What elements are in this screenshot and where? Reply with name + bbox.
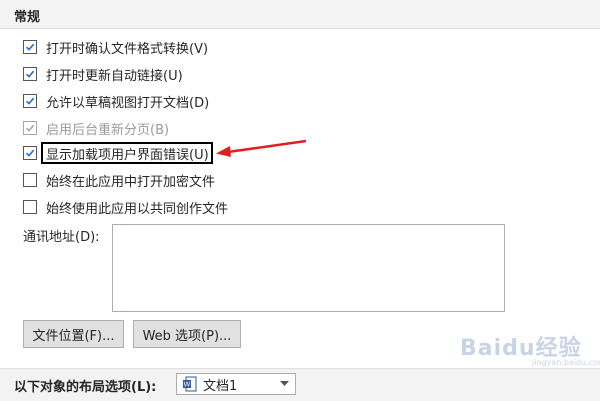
checkbox[interactable] bbox=[23, 67, 37, 81]
file-locations-button[interactable]: 文件位置(F)... bbox=[23, 320, 124, 348]
checkmark-icon bbox=[25, 70, 35, 78]
annotation-arrow-icon bbox=[216, 139, 307, 157]
checkbox[interactable] bbox=[23, 94, 37, 108]
option-label: 启用后台重新分页(B) bbox=[46, 122, 170, 138]
option-label: 允许以草稿视图打开文档(D) bbox=[46, 95, 210, 111]
checkmark-icon bbox=[25, 43, 35, 51]
option-open-encrypted[interactable]: 始终在此应用中打开加密文件 bbox=[23, 171, 216, 190]
option-label: 打开时确认文件格式转换(V) bbox=[46, 41, 209, 57]
web-options-button[interactable]: Web 选项(P)... bbox=[133, 320, 241, 348]
checkbox[interactable] bbox=[23, 40, 37, 54]
checkbox[interactable] bbox=[23, 200, 37, 214]
layout-options-bar: 以下对象的布局选项(L): W 文档1 bbox=[0, 368, 600, 401]
document-select-value: 文档1 bbox=[203, 378, 238, 394]
highlight-box bbox=[41, 142, 213, 164]
mailing-address-textarea[interactable] bbox=[112, 224, 505, 312]
watermark-sub: jingyan.baidu.com bbox=[532, 358, 600, 367]
section-header: 常规 bbox=[0, 0, 600, 29]
option-label: 始终使用此应用以共同创作文件 bbox=[46, 201, 229, 217]
chevron-down-icon bbox=[280, 381, 289, 386]
word-document-icon: W bbox=[183, 376, 197, 392]
checkmark-icon bbox=[25, 124, 35, 132]
option-background-repagination: 启用后台重新分页(B) bbox=[23, 119, 170, 138]
mailing-address-label: 通讯地址(D): bbox=[23, 230, 100, 245]
checkbox bbox=[23, 121, 37, 135]
checkbox[interactable] bbox=[23, 146, 37, 160]
layout-options-label: 以下对象的布局选项(L): bbox=[14, 380, 157, 395]
option-confirm-format-conversion[interactable]: 打开时确认文件格式转换(V) bbox=[23, 38, 209, 57]
option-update-links[interactable]: 打开时更新自动链接(U) bbox=[23, 65, 183, 84]
section-title: 常规 bbox=[14, 10, 41, 25]
option-draft-view[interactable]: 允许以草稿视图打开文档(D) bbox=[23, 92, 210, 111]
option-coauthoring[interactable]: 始终使用此应用以共同创作文件 bbox=[23, 198, 229, 217]
option-label: 始终在此应用中打开加密文件 bbox=[46, 174, 216, 190]
checkmark-icon bbox=[25, 149, 35, 157]
document-select[interactable]: W 文档1 bbox=[176, 373, 296, 395]
checkmark-icon bbox=[25, 97, 35, 105]
checkbox[interactable] bbox=[23, 173, 37, 187]
watermark: Baidu经验 jingyan.baidu.com bbox=[460, 330, 600, 367]
svg-text:W: W bbox=[184, 381, 191, 389]
option-label: 打开时更新自动链接(U) bbox=[46, 68, 183, 84]
